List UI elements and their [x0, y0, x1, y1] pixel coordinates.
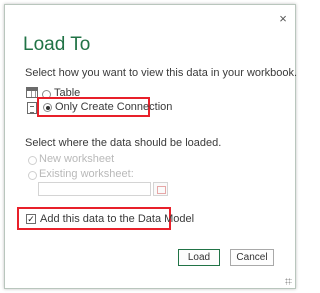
location-prompt: Select where the data should be loaded. — [25, 137, 222, 149]
resize-grip-icon[interactable] — [285, 278, 292, 285]
data-model-label[interactable]: Add this data to the Data Model — [40, 213, 194, 225]
cancel-button[interactable]: Cancel — [230, 249, 274, 266]
close-icon[interactable]: × — [277, 12, 289, 25]
connection-icon — [27, 102, 37, 114]
range-select-icon[interactable] — [153, 182, 168, 196]
existing-worksheet-label: Existing worksheet: — [39, 168, 134, 180]
connection-radio[interactable] — [43, 103, 52, 112]
connection-option-label[interactable]: Only Create Connection — [55, 101, 172, 113]
new-worksheet-radio[interactable] — [28, 156, 37, 165]
data-model-checkbox[interactable]: ✓ — [26, 214, 36, 224]
load-button[interactable]: Load — [178, 249, 220, 266]
existing-worksheet-input[interactable] — [38, 182, 151, 196]
dialog-title: Load To — [23, 34, 91, 55]
new-worksheet-label: New worksheet — [39, 153, 115, 165]
view-prompt: Select how you want to view this data in… — [25, 67, 298, 79]
existing-worksheet-radio[interactable] — [28, 171, 37, 180]
